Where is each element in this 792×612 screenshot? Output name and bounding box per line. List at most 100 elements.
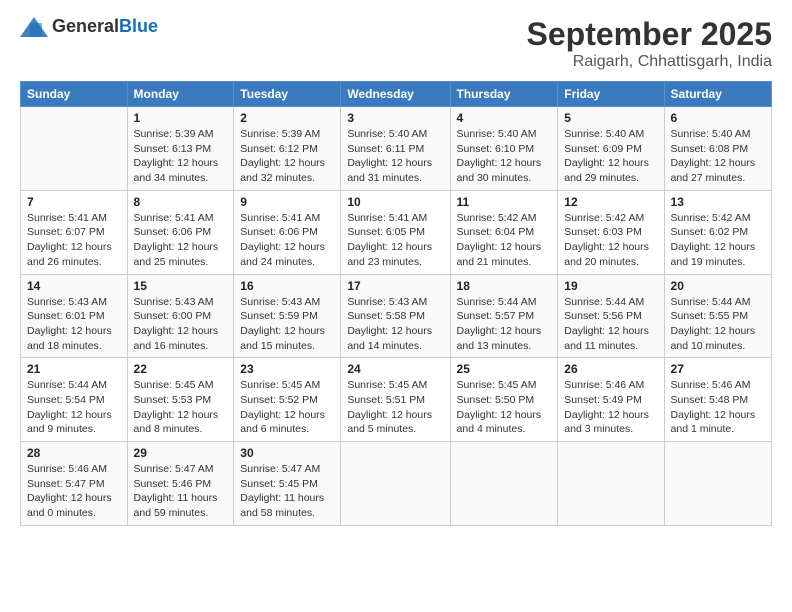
- calendar-body: 1Sunrise: 5:39 AMSunset: 6:13 PMDaylight…: [21, 107, 772, 526]
- calendar-cell: 17Sunrise: 5:43 AMSunset: 5:58 PMDayligh…: [341, 274, 450, 358]
- day-number: 5: [564, 111, 657, 125]
- calendar-cell: [21, 107, 128, 191]
- col-sunday: Sunday: [21, 82, 128, 107]
- calendar-cell: 24 Sunrise: 5:45 AMSunset: 5:51 PMDayligh…: [341, 358, 450, 442]
- calendar-cell: 2Sunrise: 5:39 AMSunset: 6:12 PMDaylight…: [234, 107, 341, 191]
- col-friday: Friday: [558, 82, 664, 107]
- calendar-cell: 4 Sunrise: 5:40 AMSunset: 6:10 PMDaylight…: [450, 107, 558, 191]
- day-info: Sunrise: 5:42 AMSunset: 6:03 PMDaylight:…: [564, 211, 657, 270]
- day-number: 4: [457, 111, 552, 125]
- calendar-table: Sunday Monday Tuesday Wednesday Thursday…: [20, 81, 772, 526]
- calendar-cell: 6 Sunrise: 5:40 AMSunset: 6:08 PMDaylight…: [664, 107, 771, 191]
- day-number: 20: [671, 279, 765, 293]
- calendar-cell: 27 Sunrise: 5:46 AMSunset: 5:48 PMDayligh…: [664, 358, 771, 442]
- day-number: 7: [27, 195, 121, 209]
- calendar-cell: 22Sunrise: 5:45 AMSunset: 5:53 PMDayligh…: [127, 358, 234, 442]
- col-tuesday: Tuesday: [234, 82, 341, 107]
- calendar-cell: 12 Sunrise: 5:42 AMSunset: 6:03 PMDayligh…: [558, 190, 664, 274]
- subtitle: Raigarh, Chhattisgarh, India: [527, 53, 772, 71]
- calendar-cell: 7Sunrise: 5:41 AMSunset: 6:07 PMDaylight…: [21, 190, 128, 274]
- day-info: Sunrise: 5:47 AMSunset: 5:46 PMDaylight:…: [134, 462, 228, 521]
- calendar-week-2: 7Sunrise: 5:41 AMSunset: 6:07 PMDaylight…: [21, 190, 772, 274]
- calendar-week-1: 1Sunrise: 5:39 AMSunset: 6:13 PMDaylight…: [21, 107, 772, 191]
- calendar-cell: 26Sunrise: 5:46 AMSunset: 5:49 PMDayligh…: [558, 358, 664, 442]
- day-info: Sunrise: 5:41 AMSunset: 6:05 PMDaylight:…: [347, 211, 443, 270]
- day-number: 6: [671, 111, 765, 125]
- day-number: 27: [671, 362, 765, 376]
- col-monday: Monday: [127, 82, 234, 107]
- day-number: 15: [134, 279, 228, 293]
- day-info: Sunrise: 5:41 AMSunset: 6:06 PMDaylight:…: [240, 211, 334, 270]
- day-info: Sunrise: 5:43 AMSunset: 6:00 PMDaylight:…: [134, 295, 228, 354]
- main-title: September 2025: [527, 16, 772, 53]
- day-info: Sunrise: 5:45 AMSunset: 5:52 PMDaylight:…: [240, 378, 334, 437]
- calendar-cell: 23Sunrise: 5:45 AMSunset: 5:52 PMDayligh…: [234, 358, 341, 442]
- day-number: 10: [347, 195, 443, 209]
- logo-blue: Blue: [119, 16, 158, 36]
- day-info: Sunrise: 5:43 AMSunset: 6:01 PMDaylight:…: [27, 295, 121, 354]
- logo: GeneralBlue: [20, 16, 158, 37]
- day-info: Sunrise: 5:40 AMSunset: 6:11 PMDaylight:…: [347, 127, 443, 186]
- calendar-cell: 18 Sunrise: 5:44 AMSunset: 5:57 PMDayligh…: [450, 274, 558, 358]
- calendar-cell: 21 Sunrise: 5:44 AMSunset: 5:54 PMDayligh…: [21, 358, 128, 442]
- logo-general: General: [52, 16, 119, 36]
- day-number: 21: [27, 362, 121, 376]
- day-number: 24: [347, 362, 443, 376]
- day-info: Sunrise: 5:39 AMSunset: 6:13 PMDaylight:…: [134, 127, 228, 186]
- day-info: Sunrise: 5:40 AMSunset: 6:09 PMDaylight:…: [564, 127, 657, 186]
- col-thursday: Thursday: [450, 82, 558, 107]
- calendar-cell: [450, 442, 558, 526]
- day-number: 3: [347, 111, 443, 125]
- calendar-cell: 3 Sunrise: 5:40 AMSunset: 6:11 PMDaylight…: [341, 107, 450, 191]
- calendar-cell: 15 Sunrise: 5:43 AMSunset: 6:00 PMDayligh…: [127, 274, 234, 358]
- calendar-cell: 19Sunrise: 5:44 AMSunset: 5:56 PMDayligh…: [558, 274, 664, 358]
- day-info: Sunrise: 5:44 AMSunset: 5:54 PMDaylight:…: [27, 378, 121, 437]
- calendar-cell: 9 Sunrise: 5:41 AMSunset: 6:06 PMDaylight…: [234, 190, 341, 274]
- day-info: Sunrise: 5:40 AMSunset: 6:08 PMDaylight:…: [671, 127, 765, 186]
- day-number: 9: [240, 195, 334, 209]
- day-number: 30: [240, 446, 334, 460]
- day-info: Sunrise: 5:45 AMSunset: 5:53 PMDaylight:…: [134, 378, 228, 437]
- calendar-cell: 5 Sunrise: 5:40 AMSunset: 6:09 PMDaylight…: [558, 107, 664, 191]
- calendar-cell: 8Sunrise: 5:41 AMSunset: 6:06 PMDaylight…: [127, 190, 234, 274]
- day-info: Sunrise: 5:47 AMSunset: 5:45 PMDaylight:…: [240, 462, 334, 521]
- col-saturday: Saturday: [664, 82, 771, 107]
- day-number: 19: [564, 279, 657, 293]
- calendar-cell: 13 Sunrise: 5:42 AMSunset: 6:02 PMDayligh…: [664, 190, 771, 274]
- day-number: 16: [240, 279, 334, 293]
- day-number: 13: [671, 195, 765, 209]
- calendar-cell: [664, 442, 771, 526]
- day-number: 25: [457, 362, 552, 376]
- day-number: 14: [27, 279, 121, 293]
- calendar-header-row: Sunday Monday Tuesday Wednesday Thursday…: [21, 82, 772, 107]
- calendar-cell: 1Sunrise: 5:39 AMSunset: 6:13 PMDaylight…: [127, 107, 234, 191]
- calendar-cell: 30 Sunrise: 5:47 AMSunset: 5:45 PMDayligh…: [234, 442, 341, 526]
- day-info: Sunrise: 5:45 AMSunset: 5:51 PMDaylight:…: [347, 378, 443, 437]
- day-info: Sunrise: 5:44 AMSunset: 5:57 PMDaylight:…: [457, 295, 552, 354]
- calendar-cell: 11Sunrise: 5:42 AMSunset: 6:04 PMDayligh…: [450, 190, 558, 274]
- day-number: 29: [134, 446, 228, 460]
- calendar-cell: 29 Sunrise: 5:47 AMSunset: 5:46 PMDayligh…: [127, 442, 234, 526]
- calendar-cell: 25 Sunrise: 5:45 AMSunset: 5:50 PMDayligh…: [450, 358, 558, 442]
- day-number: 18: [457, 279, 552, 293]
- calendar-week-5: 28Sunrise: 5:46 AMSunset: 5:47 PMDayligh…: [21, 442, 772, 526]
- day-info: Sunrise: 5:42 AMSunset: 6:04 PMDaylight:…: [457, 211, 552, 270]
- day-number: 26: [564, 362, 657, 376]
- day-info: Sunrise: 5:43 AMSunset: 5:59 PMDaylight:…: [240, 295, 334, 354]
- logo-icon: [20, 17, 48, 37]
- day-number: 17: [347, 279, 443, 293]
- calendar-cell: [341, 442, 450, 526]
- calendar-cell: 16 Sunrise: 5:43 AMSunset: 5:59 PMDayligh…: [234, 274, 341, 358]
- day-info: Sunrise: 5:45 AMSunset: 5:50 PMDaylight:…: [457, 378, 552, 437]
- calendar-cell: 28Sunrise: 5:46 AMSunset: 5:47 PMDayligh…: [21, 442, 128, 526]
- day-info: Sunrise: 5:46 AMSunset: 5:48 PMDaylight:…: [671, 378, 765, 437]
- title-area: September 2025 Raigarh, Chhattisgarh, In…: [527, 16, 772, 71]
- col-wednesday: Wednesday: [341, 82, 450, 107]
- day-number: 12: [564, 195, 657, 209]
- day-info: Sunrise: 5:44 AMSunset: 5:55 PMDaylight:…: [671, 295, 765, 354]
- calendar-cell: 20 Sunrise: 5:44 AMSunset: 5:55 PMDayligh…: [664, 274, 771, 358]
- day-info: Sunrise: 5:46 AMSunset: 5:47 PMDaylight:…: [27, 462, 121, 521]
- logo-text: GeneralBlue: [52, 16, 158, 37]
- day-info: Sunrise: 5:40 AMSunset: 6:10 PMDaylight:…: [457, 127, 552, 186]
- day-info: Sunrise: 5:42 AMSunset: 6:02 PMDaylight:…: [671, 211, 765, 270]
